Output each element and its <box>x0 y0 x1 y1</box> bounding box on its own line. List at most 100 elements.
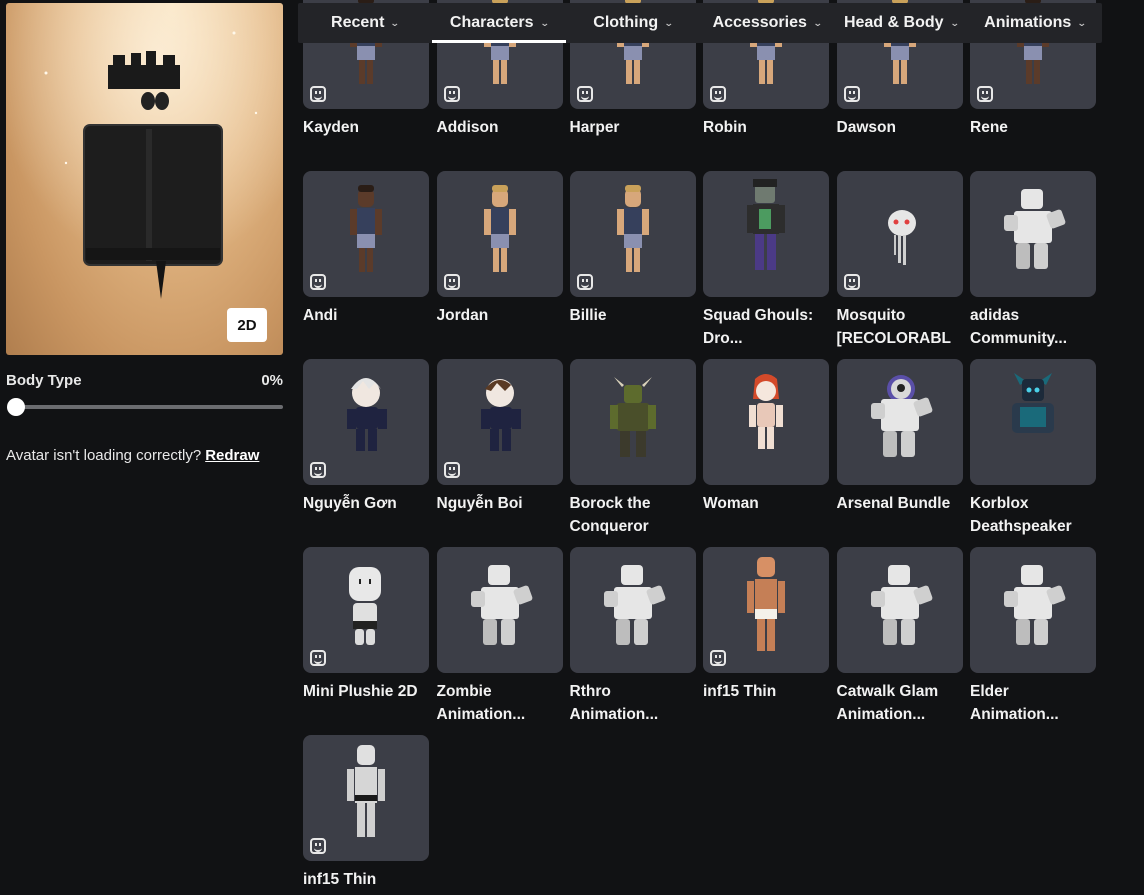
item-card[interactable]: Woman <box>703 359 829 515</box>
item-name[interactable]: Rene <box>970 116 1096 139</box>
chevron-down-icon: ⌄ <box>664 17 674 28</box>
item-thumbnail[interactable] <box>303 359 429 485</box>
tab-label: Animations <box>984 14 1072 31</box>
character-face-icon <box>310 462 326 478</box>
character-face-icon <box>310 650 326 666</box>
body-type-row: Body Type 0% <box>6 372 283 389</box>
tab-label: Head & Body <box>843 14 944 31</box>
item-card[interactable]: Mosquito [RECOLORABL <box>836 171 963 350</box>
item-thumbnail[interactable] <box>836 547 963 673</box>
item-card[interactable]: Mini Plushie 2D <box>303 547 429 703</box>
item-name[interactable]: Andi <box>303 304 429 327</box>
orc-figure <box>609 377 656 457</box>
item-thumbnail[interactable] <box>970 171 1096 297</box>
item-card[interactable]: Andi <box>303 171 429 327</box>
item-thumbnail[interactable] <box>436 547 563 673</box>
chevron-down-icon: ⌄ <box>390 17 401 28</box>
item-card[interactable]: Elder Animation... <box>970 547 1096 726</box>
item-name[interactable]: Jordan <box>437 304 563 327</box>
tab-accessories[interactable]: Accessories ⌄ <box>700 3 834 43</box>
item-thumbnail[interactable] <box>703 547 829 673</box>
item-thumbnail[interactable] <box>569 547 696 673</box>
character-face-icon <box>710 86 726 102</box>
character-face-icon <box>443 274 460 290</box>
item-thumbnail[interactable] <box>970 547 1096 673</box>
tab-recent[interactable]: Recent ⌄ <box>298 3 432 43</box>
item-card[interactable]: Borock the Conqueror <box>569 359 696 538</box>
item-card[interactable]: Korblox Deathspeaker <box>970 359 1096 538</box>
item-thumbnail[interactable] <box>836 359 963 485</box>
item-card[interactable]: inf15 Thin <box>303 735 429 891</box>
item-name[interactable]: Zombie Animation... <box>437 680 563 726</box>
redraw-row: Avatar isn't loading correctly? Redraw <box>6 447 259 464</box>
item-thumbnail[interactable] <box>436 359 563 485</box>
item-name[interactable]: Woman <box>703 492 829 515</box>
item-card[interactable]: Zombie Animation... <box>436 547 563 726</box>
item-name[interactable]: Billie <box>570 304 696 327</box>
item-card[interactable]: Nguyễn Boi <box>436 359 563 515</box>
item-name[interactable]: Catwalk Glam Animation... <box>837 680 963 726</box>
tab-animations[interactable]: Animations ⌄ <box>968 3 1102 43</box>
item-thumbnail[interactable] <box>303 735 429 861</box>
item-card[interactable]: Catwalk Glam Animation... <box>836 547 963 726</box>
chevron-down-icon: ⌄ <box>949 17 960 28</box>
item-card[interactable]: Rthro Animation... <box>569 547 696 726</box>
tab-label: Characters <box>449 14 534 31</box>
body-type-slider-thumb[interactable] <box>7 398 25 416</box>
item-thumbnail[interactable] <box>303 171 429 297</box>
item-name[interactable]: adidas Community... <box>970 304 1096 350</box>
item-name[interactable]: Korblox Deathspeaker <box>970 492 1096 538</box>
character-face-icon <box>443 462 460 478</box>
item-card[interactable]: adidas Community... <box>970 171 1096 350</box>
item-name[interactable]: Borock the Conqueror <box>570 492 696 538</box>
item-thumbnail[interactable] <box>569 171 696 297</box>
item-name[interactable]: Harper <box>570 116 696 139</box>
item-name[interactable]: inf15 Thin <box>303 868 429 891</box>
item-name[interactable]: inf15 Thin <box>703 680 829 703</box>
item-name[interactable]: Robin <box>703 116 829 139</box>
item-thumbnail[interactable] <box>303 547 429 673</box>
item-thumbnail[interactable] <box>569 359 696 485</box>
grey-block-figure <box>470 565 532 645</box>
item-card[interactable]: Billie <box>569 171 696 327</box>
item-thumbnail[interactable] <box>970 359 1096 485</box>
item-thumbnail[interactable] <box>703 171 829 297</box>
item-card[interactable]: Jordan <box>436 171 563 327</box>
character-face-icon <box>576 86 593 102</box>
tab-head-body[interactable]: Head & Body ⌄ <box>834 3 968 43</box>
character-face-icon <box>310 838 326 854</box>
toggle-2d-button[interactable]: 2D <box>227 308 267 342</box>
chevron-down-icon: ⌄ <box>539 17 550 28</box>
item-name[interactable]: Dawson <box>837 116 963 139</box>
item-name[interactable]: Elder Animation... <box>970 680 1096 726</box>
item-name[interactable]: Addison <box>437 116 563 139</box>
avatar-preview[interactable]: 2D <box>6 3 283 355</box>
grey-block-figure <box>1004 189 1066 269</box>
item-name[interactable]: Kayden <box>303 116 429 139</box>
body-type-slider[interactable] <box>7 398 283 416</box>
item-thumbnail[interactable] <box>436 171 563 297</box>
woman-figure <box>749 374 783 449</box>
item-name[interactable]: Mini Plushie 2D <box>303 680 429 703</box>
tab-characters[interactable]: Characters ⌄ <box>432 3 566 43</box>
character-face-icon <box>310 274 326 290</box>
item-name[interactable]: Rthro Animation... <box>570 680 696 726</box>
item-card[interactable]: inf15 Thin <box>703 547 829 703</box>
chevron-down-icon: ⌄ <box>1077 17 1087 28</box>
item-name[interactable]: Mosquito [RECOLORABL <box>837 304 963 350</box>
tab-label: Recent <box>331 14 385 31</box>
body-type-value: 0% <box>261 372 283 389</box>
item-thumbnail[interactable] <box>703 359 829 485</box>
tab-clothing[interactable]: Clothing ⌄ <box>566 3 700 43</box>
item-thumbnail[interactable] <box>836 171 963 297</box>
item-name[interactable]: Nguyễn Gơn <box>303 492 429 515</box>
item-card[interactable]: Arsenal Bundle <box>836 359 963 515</box>
grey-block-figure <box>603 565 665 645</box>
item-card[interactable]: Nguyễn Gơn <box>303 359 429 515</box>
redraw-link[interactable]: Redraw <box>205 447 259 464</box>
grey-block-figure <box>870 565 932 645</box>
item-name[interactable]: Nguyễn Boi <box>437 492 563 515</box>
item-name[interactable]: Arsenal Bundle <box>837 492 963 515</box>
item-card[interactable]: Squad Ghouls: Dro... <box>703 171 829 350</box>
item-name[interactable]: Squad Ghouls: Dro... <box>703 304 829 350</box>
